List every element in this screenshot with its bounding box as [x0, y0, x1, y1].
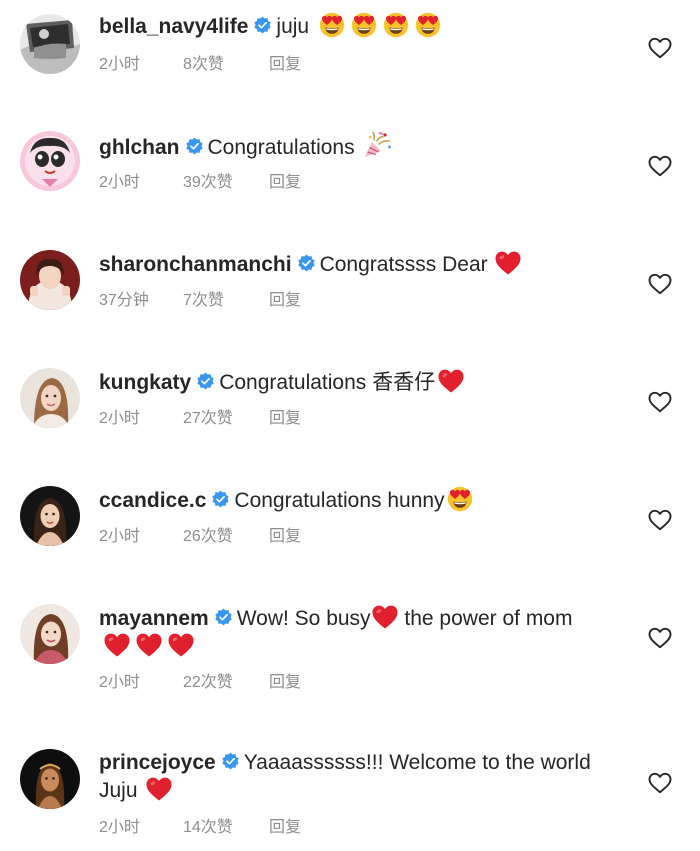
verified-badge-icon	[196, 372, 215, 391]
comment-body: bella_navy4life juju	[99, 12, 599, 40]
heart-eyes-emoji	[447, 486, 473, 512]
comment-text: Congratulations	[207, 136, 355, 159]
comment-body: ccandice.c Congratulations hunny	[99, 486, 599, 514]
username[interactable]: sharonchanmanchi	[99, 253, 292, 276]
verified-badge-icon	[221, 752, 240, 771]
avatar[interactable]	[20, 368, 80, 428]
like-count[interactable]: 22次赞	[183, 673, 269, 693]
username[interactable]: ccandice.c	[99, 489, 206, 512]
like-heart-icon[interactable]	[648, 37, 672, 59]
verified-badge-icon	[253, 16, 272, 35]
comment-text: Congratulations 香香仔	[219, 371, 436, 394]
username[interactable]: princejoyce	[99, 751, 216, 774]
heart-eyes-emoji	[319, 12, 345, 38]
comment-text: Wow! So busy	[236, 607, 371, 630]
comment-body: kungkaty Congratulations 香香仔	[99, 368, 599, 396]
comment-time: 2小时	[99, 674, 140, 691]
like-heart-icon[interactable]	[648, 155, 672, 177]
red-heart-emoji	[371, 604, 399, 630]
comment-meta: 37分钟 7次赞 回复	[99, 291, 301, 311]
verified-badge-icon	[297, 254, 316, 273]
red-heart-emoji	[145, 776, 173, 802]
avatar[interactable]	[20, 749, 80, 809]
heart-eyes-emoji	[351, 12, 377, 38]
comment-text: Congratulations hunny	[234, 489, 445, 512]
avatar[interactable]	[20, 250, 80, 310]
like-heart-icon[interactable]	[648, 273, 672, 295]
comment-meta: 2小时 14次赞 回复	[99, 818, 301, 838]
comment-meta: 2小时 39次赞 回复	[99, 173, 301, 193]
reply-button[interactable]: 回复	[269, 173, 301, 193]
like-count[interactable]: 7次赞	[183, 291, 269, 311]
heart-eyes-emoji	[415, 12, 441, 38]
username[interactable]: ghlchan	[99, 136, 180, 159]
verified-badge-icon	[185, 137, 204, 156]
reply-button[interactable]: 回复	[269, 291, 301, 311]
comment-text: Congratssss Dear	[319, 253, 488, 276]
username[interactable]: bella_navy4life	[99, 15, 248, 38]
comment-time: 2小时	[99, 528, 140, 545]
comment-body: ghlchan Congratulations	[99, 131, 599, 161]
like-count[interactable]: 39次赞	[183, 173, 269, 193]
red-heart-emoji	[103, 632, 131, 658]
like-count[interactable]: 27次赞	[183, 409, 269, 429]
like-count[interactable]: 14次赞	[183, 818, 269, 838]
party-popper-emoji	[363, 131, 393, 159]
comment-time: 37分钟	[99, 292, 149, 309]
comment-text-continued: the power of mom	[404, 607, 573, 630]
comment-meta: 2小时 27次赞 回复	[99, 409, 301, 429]
comment-body: princejoyce Yaaaassssss!!! Welcome to the…	[99, 749, 599, 804]
red-heart-emoji	[135, 632, 163, 658]
like-heart-icon[interactable]	[648, 509, 672, 531]
avatar[interactable]	[20, 486, 80, 546]
reply-button[interactable]: 回复	[269, 527, 301, 547]
reply-button[interactable]: 回复	[269, 55, 301, 75]
comment-meta: 2小时 22次赞 回复	[99, 673, 301, 693]
red-heart-emoji	[494, 250, 522, 276]
reply-button[interactable]: 回复	[269, 409, 301, 429]
like-heart-icon[interactable]	[648, 627, 672, 649]
comment-time: 2小时	[99, 410, 140, 427]
red-heart-emoji	[167, 632, 195, 658]
avatar[interactable]	[20, 14, 80, 74]
heart-eyes-emoji	[383, 12, 409, 38]
verified-badge-icon	[214, 608, 233, 627]
reply-button[interactable]: 回复	[269, 673, 301, 693]
avatar[interactable]	[20, 604, 80, 664]
like-heart-icon[interactable]	[648, 772, 672, 794]
like-heart-icon[interactable]	[648, 391, 672, 413]
comment-time: 2小时	[99, 56, 140, 73]
reply-button[interactable]: 回复	[269, 818, 301, 838]
comment-meta: 2小时 8次赞 回复	[99, 55, 301, 75]
comment-time: 2小时	[99, 174, 140, 191]
verified-badge-icon	[211, 490, 230, 509]
comment-body: sharonchanmanchi Congratssss Dear	[99, 250, 599, 278]
avatar[interactable]	[20, 131, 80, 191]
comment-body: mayannem Wow! So busy the power of mom	[99, 604, 599, 660]
username[interactable]: kungkaty	[99, 371, 191, 394]
like-count[interactable]: 26次赞	[183, 527, 269, 547]
username[interactable]: mayannem	[99, 607, 209, 630]
comment-meta: 2小时 26次赞 回复	[99, 527, 301, 547]
comment-time: 2小时	[99, 819, 140, 836]
comment-text: juju	[276, 15, 310, 38]
like-count[interactable]: 8次赞	[183, 55, 269, 75]
red-heart-emoji	[437, 368, 465, 394]
